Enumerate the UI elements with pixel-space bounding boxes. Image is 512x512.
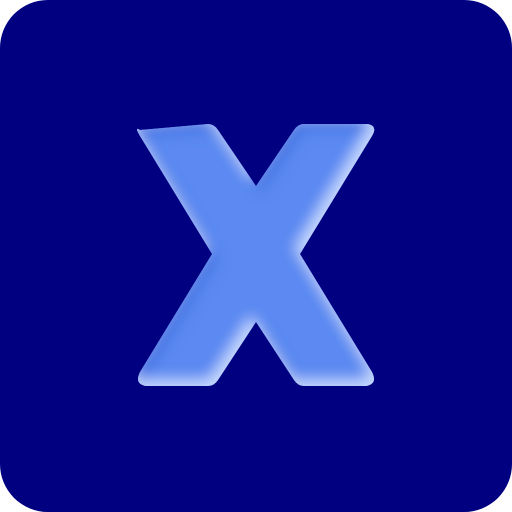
x-logo-icon bbox=[0, 0, 512, 512]
app-icon[interactable] bbox=[0, 0, 512, 512]
